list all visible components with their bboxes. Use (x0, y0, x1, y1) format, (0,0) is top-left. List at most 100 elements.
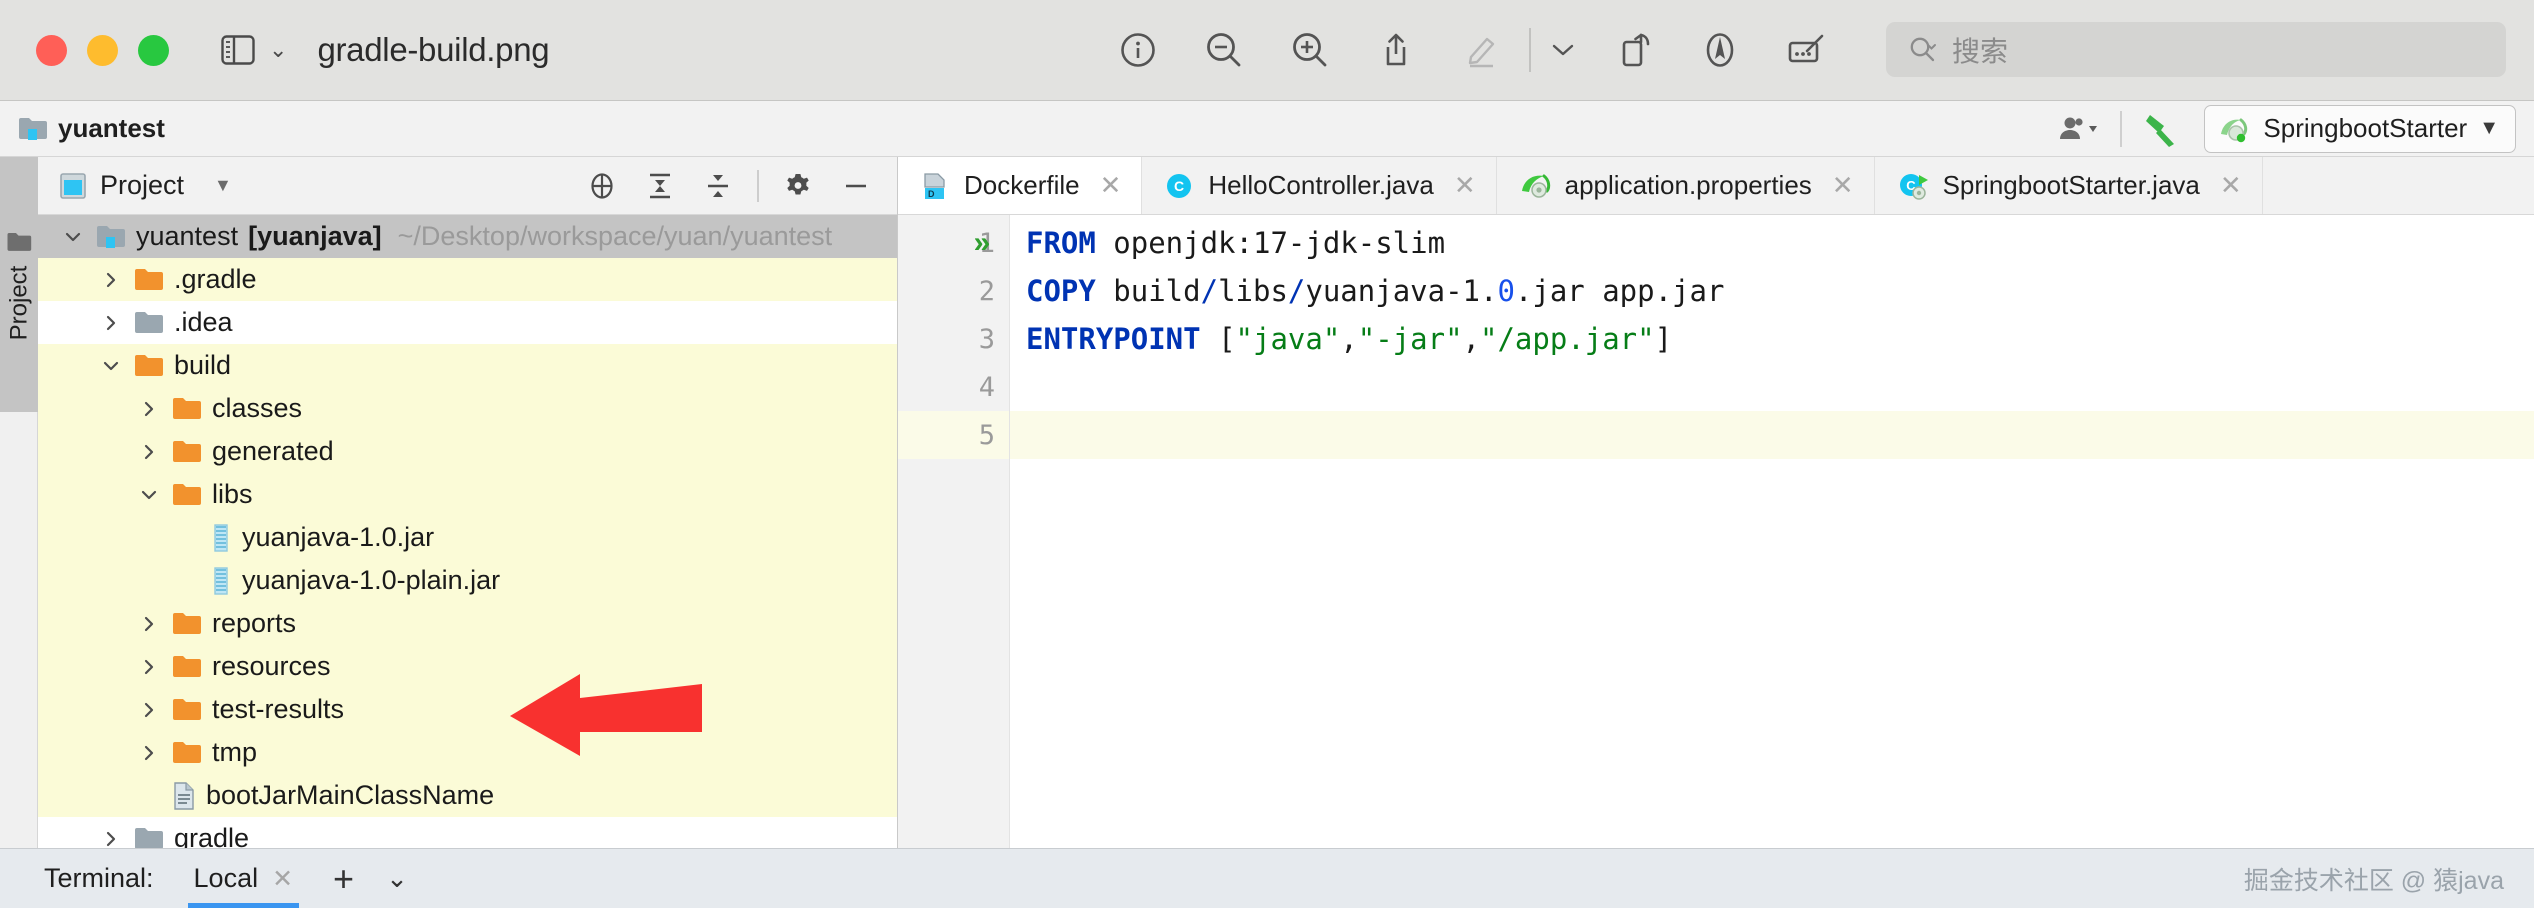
project-name-container[interactable]: yuantest (18, 113, 165, 144)
tree-row[interactable]: resources (38, 645, 897, 688)
tree-row[interactable]: tmp (38, 731, 897, 774)
tree-row-label: bootJarMainClassName (206, 780, 494, 811)
code-token: ] (1655, 322, 1672, 356)
folder-orange-icon (172, 740, 202, 766)
account-icon[interactable] (2048, 105, 2110, 153)
build-hammer-icon[interactable] (2132, 105, 2194, 153)
rotate-icon[interactable] (1591, 19, 1677, 81)
run-configuration-selector[interactable]: SpringbootStarter ▼ (2204, 105, 2516, 153)
code-token: "/app.jar" (1480, 322, 1655, 356)
chevron-right-icon[interactable] (98, 826, 124, 849)
tree-row[interactable]: classes (38, 387, 897, 430)
info-icon[interactable] (1095, 19, 1181, 81)
editor-tab[interactable]: DDockerfile✕ (898, 157, 1142, 214)
chevron-down-icon[interactable] (136, 482, 162, 508)
chevron-down-icon[interactable]: ⌄ (269, 39, 287, 61)
chevron-down-icon[interactable]: ▼ (2479, 117, 2499, 140)
tree-spacer (174, 525, 200, 551)
annotate-icon[interactable] (1677, 19, 1763, 81)
chevron-right-icon[interactable] (136, 654, 162, 680)
close-icon[interactable]: ✕ (2220, 170, 2242, 201)
tree-row[interactable]: libs (38, 473, 897, 516)
sketch-icon[interactable] (1763, 19, 1849, 81)
sidebar-toggle-group[interactable]: ⌄ (221, 35, 287, 65)
chevron-right-icon[interactable] (136, 740, 162, 766)
tree-row-label: gradle (174, 823, 249, 848)
search-field[interactable]: 搜索 (1886, 22, 2506, 77)
tree-row[interactable]: bootJarMainClassName (38, 774, 897, 817)
gutter-line-number[interactable]: 4 (898, 363, 1009, 411)
editor-gutter[interactable]: 12345» (898, 215, 1010, 848)
share-icon[interactable] (1353, 19, 1439, 81)
gutter-line-number[interactable]: 5 (898, 411, 1009, 459)
editor-tab[interactable]: CHelloController.java✕ (1142, 157, 1496, 214)
chevron-down-icon[interactable] (60, 224, 86, 250)
tree-row[interactable]: test-results (38, 688, 897, 731)
hide-minimize-icon[interactable] (829, 164, 883, 208)
add-terminal-icon[interactable]: + (333, 861, 354, 897)
code-editor[interactable]: 12345» FROM openjdk:17-jdk-slimCOPY buil… (898, 215, 2534, 848)
code-line[interactable] (1010, 363, 2534, 411)
ide-screenshot: yuantest (0, 101, 2534, 908)
tree-row[interactable]: .idea (38, 301, 897, 344)
tree-row[interactable]: yuanjava-1.0-plain.jar (38, 559, 897, 602)
tree-row[interactable]: build (38, 344, 897, 387)
expand-all-icon[interactable] (633, 164, 687, 208)
tree-row[interactable]: .gradle (38, 258, 897, 301)
close-icon[interactable]: ✕ (272, 864, 293, 894)
select-opened-file-icon[interactable] (575, 164, 629, 208)
code-token: "java" (1236, 322, 1341, 356)
chevron-down-icon[interactable] (98, 353, 124, 379)
tree-row[interactable]: yuanjava-1.0.jar (38, 516, 897, 559)
folder-orange-icon (134, 267, 164, 293)
chevron-right-icon[interactable] (136, 396, 162, 422)
editor-tab[interactable]: CSpringbootStarter.java✕ (1875, 157, 2263, 214)
code-line[interactable]: FROM openjdk:17-jdk-slim (1010, 219, 2534, 267)
ide-project-bar: yuantest (0, 101, 2534, 157)
markup-pen-icon[interactable] (1439, 19, 1525, 81)
settings-gear-icon[interactable] (771, 164, 825, 208)
tree-row[interactable]: reports (38, 602, 897, 645)
watermark-text: 掘金技术社区 @ 猿java (2244, 861, 2504, 897)
minimize-button[interactable] (87, 35, 118, 66)
editor-tab[interactable]: application.properties✕ (1497, 157, 1875, 214)
collapse-all-icon[interactable] (691, 164, 745, 208)
chevron-right-icon[interactable] (136, 697, 162, 723)
gutter-line-number[interactable]: 2 (898, 267, 1009, 315)
chevron-right-icon[interactable] (98, 267, 124, 293)
project-tree[interactable]: yuantest[yuanjava]~/Desktop/workspace/yu… (38, 215, 897, 848)
sidebar-item-project[interactable]: Project (0, 157, 38, 412)
zoom-button[interactable] (138, 35, 169, 66)
close-button[interactable] (36, 35, 67, 66)
chevron-down-icon[interactable]: ⌄ (386, 863, 408, 894)
editor-code[interactable]: FROM openjdk:17-jdk-slimCOPY build/libs/… (1010, 215, 2534, 848)
close-icon[interactable]: ✕ (1832, 170, 1854, 201)
code-token: "-jar" (1358, 322, 1463, 356)
code-token: , (1340, 322, 1357, 356)
terminal-tab-local[interactable]: Local ✕ (188, 849, 300, 908)
tree-row[interactable]: generated (38, 430, 897, 473)
tool-window-title-group[interactable]: Project ▼ (60, 170, 232, 201)
run-configuration-label: SpringbootStarter (2263, 113, 2467, 144)
zoom-in-icon[interactable] (1267, 19, 1353, 81)
project-folder-icon (18, 116, 48, 142)
code-line[interactable] (1010, 411, 2534, 459)
chevron-right-icon[interactable] (136, 611, 162, 637)
tree-row-module-name: [yuanjava] (248, 221, 382, 252)
close-icon[interactable]: ✕ (1100, 170, 1122, 201)
code-token: / (1201, 274, 1218, 308)
chevron-down-icon[interactable] (1535, 19, 1591, 81)
chevron-right-icon[interactable] (136, 439, 162, 465)
tree-row[interactable]: gradle (38, 817, 897, 848)
chevron-right-icon[interactable] (98, 310, 124, 336)
code-token: yuanjava-1. (1305, 274, 1497, 308)
tree-row[interactable]: yuantest[yuanjava]~/Desktop/workspace/yu… (38, 215, 897, 258)
editor-tab-label: HelloController.java (1208, 170, 1433, 201)
zoom-out-icon[interactable] (1181, 19, 1267, 81)
gutter-line-number[interactable]: 3 (898, 315, 1009, 363)
code-line[interactable]: COPY build/libs/yuanjava-1.0.jar app.jar (1010, 267, 2534, 315)
close-icon[interactable]: ✕ (1454, 170, 1476, 201)
chevron-down-icon[interactable]: ▼ (214, 175, 232, 196)
run-gutter-icon[interactable]: » (960, 219, 1004, 267)
code-line[interactable]: ENTRYPOINT ["java","-jar","/app.jar"] (1010, 315, 2534, 363)
